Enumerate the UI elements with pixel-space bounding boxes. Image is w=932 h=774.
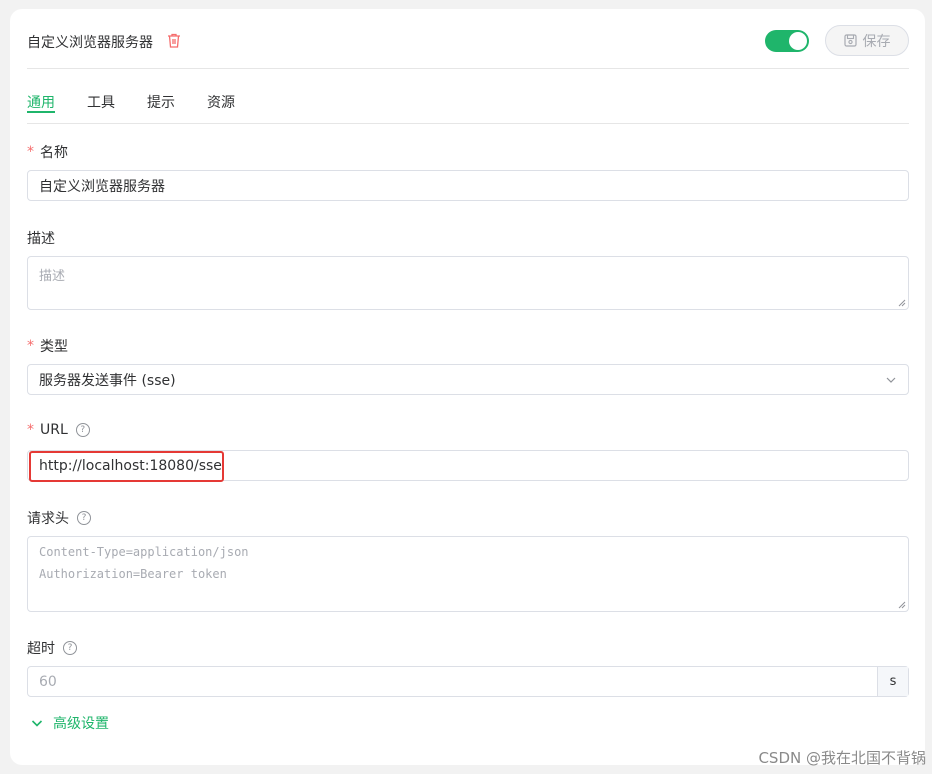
tab-resources-label: 资源 bbox=[207, 95, 235, 111]
headers-placeholder-line: Authorization=Bearer token bbox=[39, 567, 227, 581]
advanced-settings-label: 高级设置 bbox=[53, 716, 109, 732]
card-header: 自定义浏览器服务器 保存 bbox=[27, 25, 909, 69]
tab-general[interactable]: 通用 bbox=[27, 92, 55, 113]
tab-prompts-label: 提示 bbox=[147, 95, 175, 111]
required-marker: * bbox=[27, 144, 34, 160]
name-label-text: 名称 bbox=[40, 145, 68, 161]
toggle-knob bbox=[789, 32, 807, 50]
required-marker: * bbox=[27, 422, 34, 438]
timeout-label-text: 超时 bbox=[27, 641, 55, 657]
tab-bar: 通用 工具 提示 资源 bbox=[27, 92, 909, 124]
trash-icon[interactable] bbox=[167, 33, 181, 48]
save-label: 保存 bbox=[862, 33, 891, 50]
timeout-input[interactable]: 60 s bbox=[27, 666, 909, 697]
chevron-down-icon bbox=[886, 377, 896, 383]
timeout-placeholder: 60 bbox=[39, 673, 57, 690]
type-label: * 类型 bbox=[27, 336, 68, 356]
tab-tools[interactable]: 工具 bbox=[87, 92, 115, 112]
name-label: * 名称 bbox=[27, 142, 68, 162]
resize-handle-icon[interactable] bbox=[898, 601, 906, 609]
type-select-value: 服务器发送事件 (sse) bbox=[39, 372, 176, 389]
url-label-text: URL bbox=[40, 422, 68, 438]
annotation-highlight-box bbox=[29, 451, 224, 482]
tab-tools-label: 工具 bbox=[87, 95, 115, 111]
watermark: CSDN @我在北国不背锅 bbox=[758, 749, 926, 767]
save-icon bbox=[843, 34, 857, 47]
headers-textarea[interactable]: Content-Type=application/json Authorizat… bbox=[27, 536, 909, 612]
type-select[interactable]: 服务器发送事件 (sse) bbox=[27, 364, 909, 395]
tab-general-label: 通用 bbox=[27, 95, 55, 111]
chevron-down-icon bbox=[31, 720, 43, 727]
required-marker: * bbox=[27, 338, 34, 354]
description-placeholder: 描述 bbox=[39, 269, 66, 284]
type-label-text: 类型 bbox=[40, 339, 68, 355]
help-icon[interactable]: ? bbox=[77, 511, 91, 525]
timeout-unit-suffix: s bbox=[877, 667, 908, 696]
headers-label: 请求头 ? bbox=[27, 508, 91, 528]
help-icon[interactable]: ? bbox=[75, 423, 90, 437]
tab-prompts[interactable]: 提示 bbox=[147, 92, 175, 112]
name-input[interactable]: 自定义浏览器服务器 bbox=[27, 170, 909, 201]
enable-toggle[interactable] bbox=[765, 30, 809, 52]
name-input-value: 自定义浏览器服务器 bbox=[39, 178, 165, 195]
description-label-text: 描述 bbox=[27, 231, 55, 247]
tab-resources[interactable]: 资源 bbox=[207, 92, 235, 112]
url-label: * URL ? bbox=[27, 422, 90, 438]
advanced-settings-toggle[interactable]: 高级设置 bbox=[31, 713, 109, 733]
active-tab-indicator bbox=[27, 111, 55, 113]
save-button[interactable]: 保存 bbox=[825, 25, 909, 56]
description-textarea[interactable]: 描述 bbox=[27, 256, 909, 310]
server-title: 自定义浏览器服务器 bbox=[27, 35, 153, 51]
headers-label-text: 请求头 bbox=[27, 511, 69, 527]
mcp-server-card: 自定义浏览器服务器 保存 通用 工具 提示 资源 * 名称 自定义浏览器服务器 bbox=[10, 9, 925, 765]
help-icon[interactable]: ? bbox=[63, 641, 77, 655]
resize-handle-icon[interactable] bbox=[898, 299, 906, 307]
headers-placeholder-line: Content-Type=application/json bbox=[39, 545, 249, 559]
description-label: 描述 bbox=[27, 228, 55, 248]
timeout-label: 超时 ? bbox=[27, 638, 77, 658]
